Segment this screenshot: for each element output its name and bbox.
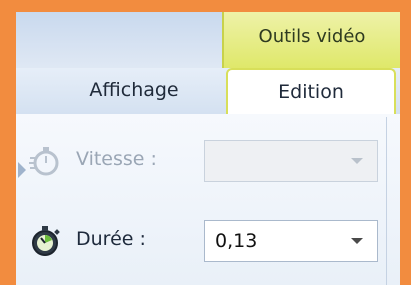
speed-label: Vitesse : bbox=[76, 148, 157, 170]
chevron-down-icon[interactable] bbox=[351, 238, 363, 244]
ribbon-tab-strip: Affichage Edition bbox=[16, 68, 400, 115]
duration-combobox[interactable]: 0,13 bbox=[204, 220, 378, 262]
contextual-tab-group: Outils vidéo bbox=[222, 12, 400, 68]
speed-stopwatch-icon bbox=[29, 147, 59, 176]
speed-combobox[interactable] bbox=[204, 140, 378, 182]
stopwatch-icon bbox=[32, 226, 60, 256]
contextual-tab-label: Outils vidéo bbox=[258, 26, 366, 47]
group-expand-marker bbox=[18, 162, 26, 178]
title-bar: Outils vidéo bbox=[16, 12, 400, 68]
duration-value[interactable]: 0,13 bbox=[215, 230, 257, 252]
chevron-down-icon bbox=[351, 158, 363, 164]
tab-affichage[interactable]: Affichage bbox=[44, 68, 224, 114]
duration-label: Durée : bbox=[76, 228, 146, 250]
group-divider bbox=[386, 117, 387, 285]
tab-edition[interactable]: Edition bbox=[226, 68, 396, 114]
